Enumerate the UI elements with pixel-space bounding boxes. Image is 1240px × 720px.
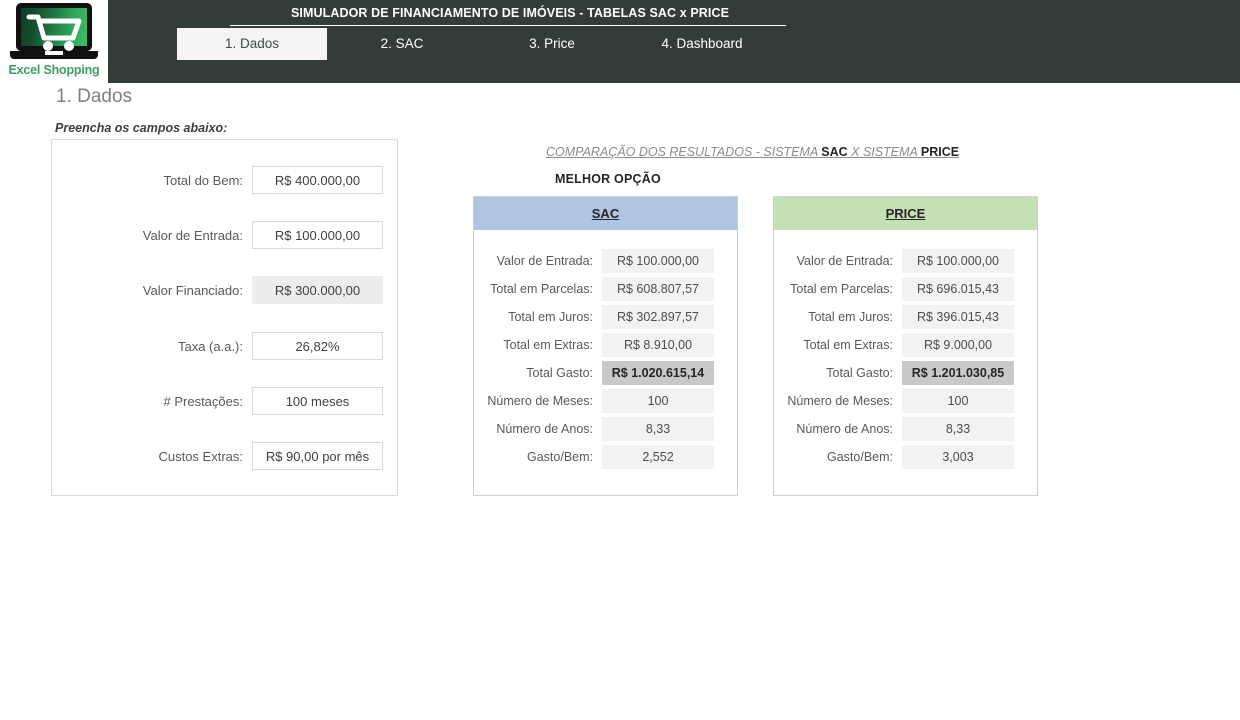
label-custos-extras: Custos Extras:	[158, 448, 243, 464]
tab-bar: 1. Dados 2. SAC 3. Price 4. Dashboard	[177, 28, 787, 60]
table-row: Valor de Entrada: R$ 100.000,00	[474, 247, 737, 275]
tab-dashboard[interactable]: 4. Dashboard	[627, 28, 777, 60]
table-row: Total em Juros: R$ 396.015,43	[774, 303, 1037, 331]
form-row-valor-financiado: Valor Financiado: R$ 300.000,00	[52, 276, 399, 304]
price-label-gasto-bem: Gasto/Bem:	[827, 450, 893, 464]
sac-value-gasto-bem: 2,552	[602, 445, 714, 469]
table-row: Número de Anos: 8,33	[774, 415, 1037, 443]
sac-value-valor-entrada: R$ 100.000,00	[602, 249, 714, 273]
page-title: 1. Dados	[56, 86, 133, 107]
label-taxa: Taxa (a.a.):	[177, 338, 243, 354]
sac-label-total-parcelas: Total em Parcelas:	[490, 282, 593, 296]
sac-value-numero-anos: 8,33	[602, 417, 714, 441]
label-valor-entrada: Valor de Entrada:	[142, 227, 243, 243]
sac-value-numero-meses: 100	[602, 389, 714, 413]
input-custos-extras[interactable]: R$ 90,00 por mês	[252, 442, 383, 470]
tab-sac[interactable]: 2. SAC	[327, 28, 477, 60]
sac-label-valor-entrada: Valor de Entrada:	[496, 254, 593, 268]
sac-rows: Valor de Entrada: R$ 100.000,00 Total em…	[474, 230, 737, 471]
price-value-numero-anos: 8,33	[902, 417, 1014, 441]
sac-value-total-parcelas: R$ 608.807,57	[602, 277, 714, 301]
form-instruction: Preencha os campos abaixo:	[55, 121, 228, 135]
sac-label-gasto-bem: Gasto/Bem:	[527, 450, 593, 464]
input-valor-entrada[interactable]: R$ 100.000,00	[252, 221, 383, 249]
form-row-custos-extras: Custos Extras: R$ 90,00 por mês	[52, 442, 399, 470]
price-value-valor-entrada: R$ 100.000,00	[902, 249, 1014, 273]
table-row: Número de Meses: 100	[474, 387, 737, 415]
table-row: Gasto/Bem: 2,552	[474, 443, 737, 471]
sac-label-numero-anos: Número de Anos:	[496, 422, 593, 436]
price-label-numero-meses: Número de Meses:	[787, 394, 893, 408]
sac-value-total-juros: R$ 302.897,57	[602, 305, 714, 329]
input-form-panel: Total do Bem: R$ 400.000,00 Valor de Ent…	[51, 139, 398, 496]
input-total-bem[interactable]: R$ 400.000,00	[252, 166, 383, 194]
table-row: Total em Parcelas: R$ 696.015,43	[774, 275, 1037, 303]
price-value-total-parcelas: R$ 696.015,43	[902, 277, 1014, 301]
form-row-taxa: Taxa (a.a.): 26,82%	[52, 332, 399, 360]
tab-dados[interactable]: 1. Dados	[177, 28, 327, 60]
price-panel-header: PRICE	[774, 197, 1037, 230]
sac-label-total-gasto: Total Gasto:	[526, 366, 593, 380]
label-total-bem: Total do Bem:	[163, 172, 244, 188]
input-taxa[interactable]: 26,82%	[252, 332, 383, 360]
sac-label-numero-meses: Número de Meses:	[487, 394, 593, 408]
comparison-title-sac: SAC	[821, 145, 848, 159]
sac-label-total-extras: Total em Extras:	[503, 338, 593, 352]
input-prestacoes[interactable]: 100 meses	[252, 387, 383, 415]
comparison-title: COMPARAÇÃO DOS RESULTADOS - SISTEMA SAC …	[546, 145, 959, 159]
table-row: Total em Parcelas: R$ 608.807,57	[474, 275, 737, 303]
price-label-total-parcelas: Total em Parcelas:	[790, 282, 893, 296]
price-label-total-gasto: Total Gasto:	[826, 366, 893, 380]
app-title: SIMULADOR DE FINANCIAMENTO DE IMÓVEIS - …	[290, 6, 730, 20]
sac-value-total-gasto: R$ 1.020.615,14	[602, 361, 714, 385]
comparison-title-middle: X SISTEMA	[847, 145, 921, 159]
price-label-valor-entrada: Valor de Entrada:	[796, 254, 893, 268]
price-value-total-juros: R$ 396.015,43	[902, 305, 1014, 329]
price-results-panel: PRICE Valor de Entrada: R$ 100.000,00 To…	[773, 196, 1038, 496]
brand-name: Excel Shopping	[8, 63, 100, 77]
price-label-total-extras: Total em Extras:	[803, 338, 893, 352]
brand-logo: Excel Shopping	[0, 0, 108, 83]
table-row: Total Gasto: R$ 1.020.615,14	[474, 359, 737, 387]
form-row-valor-entrada: Valor de Entrada: R$ 100.000,00	[52, 221, 399, 249]
table-row: Total em Extras: R$ 8.910,00	[474, 331, 737, 359]
title-divider	[230, 25, 786, 26]
app-header: Excel Shopping SIMULADOR DE FINANCIAMENT…	[0, 0, 1240, 83]
table-row: Total em Extras: R$ 9.000,00	[774, 331, 1037, 359]
label-valor-financiado: Valor Financiado:	[142, 282, 243, 298]
shopping-cart-icon	[26, 14, 82, 51]
sac-value-total-extras: R$ 8.910,00	[602, 333, 714, 357]
form-row-total-bem: Total do Bem: R$ 400.000,00	[52, 166, 399, 194]
table-row: Total Gasto: R$ 1.201.030,85	[774, 359, 1037, 387]
comparison-title-price: PRICE	[920, 145, 960, 159]
tab-price[interactable]: 3. Price	[477, 28, 627, 60]
sac-label-total-juros: Total em Juros:	[508, 310, 593, 324]
table-row: Valor de Entrada: R$ 100.000,00	[774, 247, 1037, 275]
sac-panel-header: SAC	[474, 197, 737, 230]
value-valor-financiado: R$ 300.000,00	[252, 276, 383, 304]
comparison-title-prefix: COMPARAÇÃO DOS RESULTADOS - SISTEMA	[546, 145, 822, 159]
sac-results-panel: SAC Valor de Entrada: R$ 100.000,00 Tota…	[473, 196, 738, 496]
best-option-label: MELHOR OPÇÃO	[555, 172, 661, 186]
price-value-numero-meses: 100	[902, 389, 1014, 413]
table-row: Número de Meses: 100	[774, 387, 1037, 415]
price-value-total-extras: R$ 9.000,00	[902, 333, 1014, 357]
table-row: Gasto/Bem: 3,003	[774, 443, 1037, 471]
price-label-numero-anos: Número de Anos:	[796, 422, 893, 436]
price-value-gasto-bem: 3,003	[902, 445, 1014, 469]
price-value-total-gasto: R$ 1.201.030,85	[902, 361, 1014, 385]
label-prestacoes: # Prestações:	[163, 393, 244, 409]
price-label-total-juros: Total em Juros:	[808, 310, 893, 324]
table-row: Total em Juros: R$ 302.897,57	[474, 303, 737, 331]
price-rows: Valor de Entrada: R$ 100.000,00 Total em…	[774, 230, 1037, 471]
form-row-prestacoes: # Prestações: 100 meses	[52, 387, 399, 415]
laptop-shopping-cart-icon	[10, 3, 98, 61]
table-row: Número de Anos: 8,33	[474, 415, 737, 443]
